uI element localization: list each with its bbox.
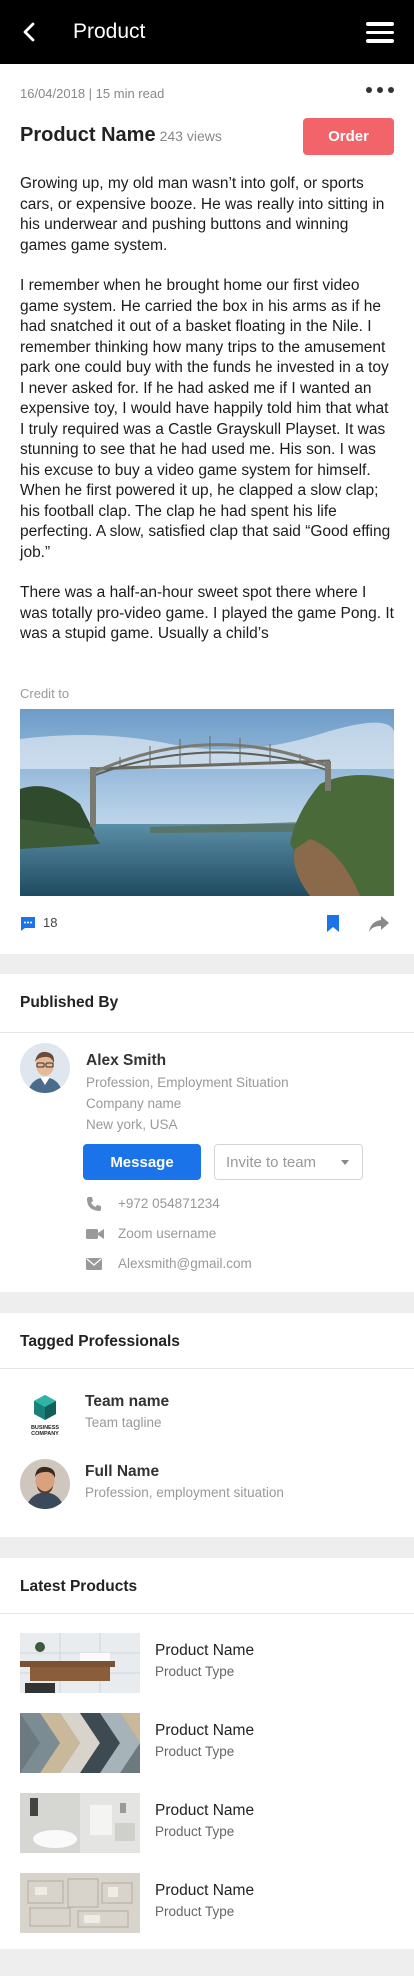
professional-profession: Profession, employment situation <box>85 1485 284 1500</box>
image-credit: Credit to <box>20 686 70 701</box>
logo-text-line: COMPANY <box>31 1431 59 1437</box>
publisher-zoom[interactable]: Zoom username <box>118 1226 216 1241</box>
bookmark-icon[interactable] <box>326 914 340 933</box>
publisher-company: Company name <box>86 1096 182 1111</box>
product-type: Product Type <box>155 1664 235 1679</box>
product-type: Product Type <box>155 1744 235 1759</box>
message-button[interactable]: Message <box>83 1144 201 1180</box>
article-body: Growing up, my old man wasn’t into golf,… <box>20 174 395 665</box>
divider <box>0 1032 414 1033</box>
view-count: 243 views <box>159 128 222 144</box>
more-dots-icon[interactable] <box>366 87 394 97</box>
article-meta: 16/04/2018 | 15 min read <box>20 86 165 101</box>
comment-icon[interactable] <box>20 916 36 932</box>
article-paragraph: I remember when he brought home our firs… <box>20 277 391 561</box>
tagged-professionals-card: Tagged Professionals BUSINESS COMPANY Tea… <box>0 1313 414 1537</box>
bridge-photo <box>20 709 394 896</box>
product-name[interactable]: Product Name <box>155 1722 254 1740</box>
comment-count: 18 <box>43 915 58 930</box>
share-icon[interactable] <box>368 915 390 933</box>
publisher-location: New york, USA <box>86 1117 178 1132</box>
invite-to-team-select[interactable]: Invite to team <box>214 1144 363 1180</box>
publisher-name[interactable]: Alex Smith <box>86 1052 166 1070</box>
article-paragraph: There was a half-an-hour sweet spot ther… <box>20 584 394 642</box>
product-thumbnail[interactable] <box>20 1633 140 1693</box>
latest-products-card: Latest Products Product Name Product Typ… <box>0 1558 414 1949</box>
divider <box>0 1368 414 1369</box>
team-tagline: Team tagline <box>85 1415 162 1430</box>
page-title: Product <box>73 20 146 43</box>
team-logo[interactable]: BUSINESS COMPANY <box>20 1391 70 1441</box>
avatar[interactable] <box>20 1459 70 1509</box>
phone-icon <box>86 1196 102 1212</box>
chevron-down-icon <box>341 1160 349 1165</box>
product-type: Product Type <box>155 1824 235 1839</box>
product-thumbnail[interactable] <box>20 1873 140 1933</box>
order-button[interactable]: Order <box>303 118 394 155</box>
product-thumbnail[interactable] <box>20 1793 140 1853</box>
section-title: Latest Products <box>20 1578 138 1595</box>
back-arrow-icon[interactable] <box>18 20 42 44</box>
product-name[interactable]: Product Name <box>155 1882 254 1900</box>
publisher-email[interactable]: Alexsmith@gmail.com <box>118 1256 252 1271</box>
published-by-card: Published By Alex Smith Profession, Empl… <box>0 974 414 1292</box>
team-name[interactable]: Team name <box>85 1393 169 1411</box>
section-title: Tagged Professionals <box>20 1333 180 1350</box>
product-name[interactable]: Product Name <box>155 1642 254 1660</box>
avatar[interactable] <box>20 1043 70 1093</box>
video-icon <box>86 1226 104 1242</box>
product-thumbnail[interactable] <box>20 1713 140 1773</box>
publisher-phone[interactable]: +972 054871234 <box>118 1196 220 1211</box>
product-name[interactable]: Product Name <box>155 1802 254 1820</box>
professional-name[interactable]: Full Name <box>85 1463 159 1481</box>
product-title: Product Name 243 views <box>20 124 222 147</box>
section-title: Published By <box>20 994 119 1011</box>
product-name-text: Product Name <box>20 124 156 146</box>
article-paragraph: Growing up, my old man wasn’t into golf,… <box>20 175 385 254</box>
divider <box>0 1613 414 1614</box>
mail-icon <box>86 1256 102 1272</box>
hamburger-menu-icon[interactable] <box>366 22 394 44</box>
product-type: Product Type <box>155 1904 235 1919</box>
top-bar: Product <box>0 0 414 64</box>
invite-select-value: Invite to team <box>226 1154 317 1171</box>
article-card: 16/04/2018 | 15 min read Product Name 243… <box>0 64 414 954</box>
publisher-profession: Profession, Employment Situation <box>86 1075 289 1090</box>
